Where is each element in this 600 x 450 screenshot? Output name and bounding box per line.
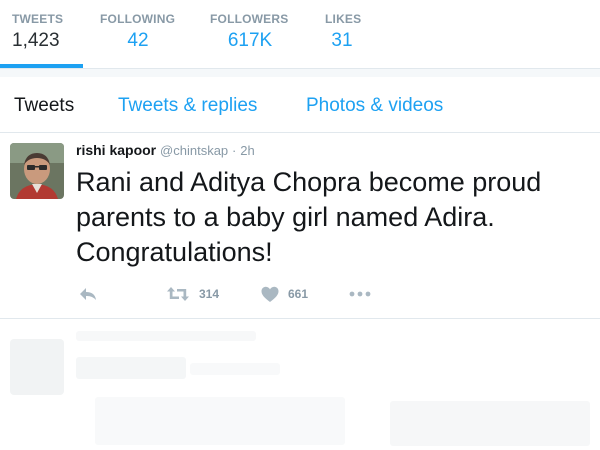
retweet-count: 314 <box>199 287 220 301</box>
faded-line <box>190 363 280 375</box>
stat-tweets[interactable]: TWEETS 1,423 <box>12 12 63 52</box>
tweet-actions: 314 661 <box>76 283 376 307</box>
tab-photos-and-videos[interactable]: Photos & videos <box>306 95 443 117</box>
retweet-icon <box>167 287 189 301</box>
tweet-header: rishi kapoor @chintskap · 2h <box>76 142 255 158</box>
stat-tweets-value: 1,423 <box>12 30 60 51</box>
stat-likes[interactable]: LIKES 31 <box>325 12 361 52</box>
stats-divider-strip <box>0 69 600 77</box>
stat-followers-label: FOLLOWERS <box>210 12 289 26</box>
tweet-text: Rani and Aditya Chopra become proud pare… <box>76 167 542 267</box>
more-dots-icon <box>349 291 371 297</box>
timeline-tabs: Tweets Tweets & replies Photos & videos <box>0 78 600 133</box>
reply-button[interactable] <box>78 283 98 305</box>
reply-icon <box>80 288 96 300</box>
faded-line <box>95 397 345 445</box>
like-count: 661 <box>288 287 309 301</box>
stat-following[interactable]: FOLLOWING 42 <box>100 12 176 52</box>
tab-tweets[interactable]: Tweets <box>14 95 74 117</box>
header-separator: · <box>232 143 237 158</box>
stat-followers-value: 617K <box>227 30 273 51</box>
stat-following-label: FOLLOWING <box>100 12 176 26</box>
stat-tweets-label: TWEETS <box>12 12 64 26</box>
author-handle[interactable]: @chintskap <box>160 143 228 158</box>
avatar[interactable] <box>10 143 64 199</box>
stat-followers[interactable]: FOLLOWERS 617K <box>210 12 290 52</box>
avatar-photo-icon <box>10 143 64 199</box>
tweet-timestamp[interactable]: 2h <box>240 143 254 158</box>
next-tweet-faded <box>0 319 600 450</box>
heart-icon <box>261 286 279 302</box>
more-options-button[interactable] <box>349 283 371 305</box>
stat-following-value: 42 <box>127 30 149 51</box>
retweet-button[interactable]: 314 <box>166 283 219 305</box>
profile-stats-nav: TWEETS 1,423 FOLLOWING 42 FOLLOWERS 617K… <box>0 0 600 69</box>
stat-likes-value: 31 <box>331 30 353 51</box>
author-name[interactable]: rishi kapoor <box>76 142 156 158</box>
faded-line <box>76 331 256 341</box>
like-button[interactable]: 661 <box>261 283 308 305</box>
faded-line <box>76 357 186 379</box>
faded-line <box>390 401 590 446</box>
active-stat-indicator <box>0 64 83 68</box>
tweet-card[interactable]: rishi kapoor @chintskap · 2h Rani and Ad… <box>0 133 600 319</box>
faded-avatar <box>10 339 64 395</box>
tab-tweets-and-replies[interactable]: Tweets & replies <box>118 95 257 117</box>
stat-likes-label: LIKES <box>325 12 362 26</box>
